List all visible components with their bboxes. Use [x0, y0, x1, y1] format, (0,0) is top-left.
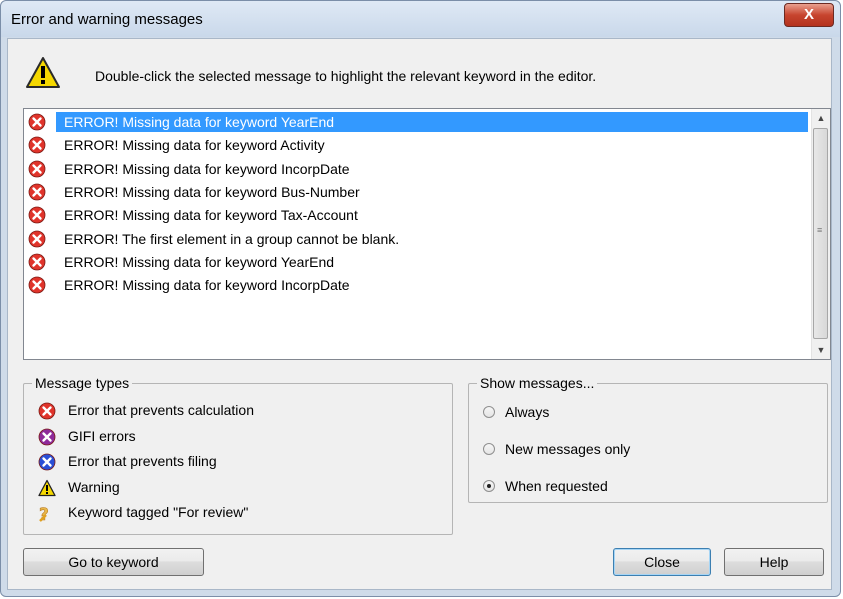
gifi-error-icon: [38, 428, 56, 445]
radio-label: When requested: [505, 478, 608, 494]
instruction-text: Double-click the selected message to hig…: [95, 68, 597, 84]
message-row[interactable]: ERROR! Missing data for keyword IncorpDa…: [26, 159, 812, 181]
scroll-grip-icon: ≡: [817, 225, 823, 235]
error-icon: [28, 183, 46, 204]
error-icon: [28, 206, 46, 227]
go-to-keyword-button[interactable]: Go to keyword: [23, 548, 204, 576]
message-row[interactable]: ERROR! The first element in a group cann…: [26, 229, 812, 251]
error-icon: [38, 402, 56, 420]
message-text: ERROR! Missing data for keyword Bus-Numb…: [64, 183, 360, 200]
review-icon: ?: [39, 505, 49, 526]
error-icon: [28, 160, 46, 177]
radio-button[interactable]: [483, 406, 495, 418]
scroll-down-arrow-icon[interactable]: ▼: [812, 341, 830, 359]
legend-text: Keyword tagged "For review": [68, 504, 249, 520]
title-bar[interactable]: Error and warning messages X: [1, 1, 840, 37]
list-scrollbar[interactable]: ▲ ≡ ▼: [811, 109, 830, 359]
radio-checked-dot: [487, 484, 491, 488]
radio-button[interactable]: [483, 443, 495, 455]
message-text: ERROR! Missing data for keyword Tax-Acco…: [64, 207, 358, 224]
message-types-label: Message types: [32, 375, 133, 391]
error-icon: [28, 160, 46, 181]
filing-error-icon: [38, 453, 56, 471]
message-list[interactable]: ERROR! Missing data for keyword YearEnd E…: [23, 108, 831, 360]
error-icon: [28, 253, 46, 271]
radio-button[interactable]: [483, 480, 495, 492]
radio-label: Always: [505, 404, 550, 420]
show-messages-group: Show messages... Always New messages only…: [468, 375, 828, 503]
error-icon: [28, 253, 46, 274]
scroll-up-arrow-icon[interactable]: ▲: [812, 109, 830, 127]
message-text: ERROR! Missing data for keyword YearEnd: [56, 112, 808, 132]
legend-text: Warning: [68, 478, 120, 495]
warning-icon: [38, 479, 56, 496]
legend-text: GIFI errors: [68, 427, 136, 444]
message-text: ERROR! The first element in a group cann…: [64, 230, 400, 247]
error-icon: [28, 113, 46, 134]
close-button[interactable]: Close: [613, 548, 711, 576]
error-icon: [28, 230, 46, 247]
title-close-button[interactable]: X: [784, 3, 834, 27]
error-icon: [28, 276, 46, 294]
message-row[interactable]: ERROR! Missing data for keyword YearEnd: [26, 252, 812, 274]
message-row[interactable]: ERROR! Missing data for keyword Activity: [26, 135, 812, 157]
message-row[interactable]: ERROR! Missing data for keyword IncorpDa…: [26, 275, 812, 297]
error-icon: [28, 113, 46, 131]
legend-text: Error that prevents calculation: [68, 402, 254, 418]
help-button[interactable]: Help: [724, 548, 824, 576]
error-icon: [28, 136, 46, 154]
radio-label: New messages only: [505, 441, 631, 457]
scroll-thumb[interactable]: ≡: [813, 128, 828, 339]
error-icon: [28, 183, 46, 201]
message-text: ERROR! Missing data for keyword IncorpDa…: [64, 277, 350, 294]
message-text: ERROR! Missing data for keyword Activity: [64, 137, 325, 154]
error-icon: [28, 206, 46, 224]
warning-large-icon: [26, 57, 60, 88]
message-row[interactable]: ERROR! Missing data for keyword YearEnd: [26, 112, 812, 134]
error-icon: [28, 136, 46, 157]
window-title: Error and warning messages: [11, 11, 203, 28]
message-text: ERROR! Missing data for keyword IncorpDa…: [64, 160, 350, 177]
error-icon: [28, 230, 46, 251]
legend-text: Error that prevents filing: [68, 453, 217, 469]
message-text: ERROR! Missing data for keyword YearEnd: [64, 253, 335, 270]
message-row[interactable]: ERROR! Missing data for keyword Tax-Acco…: [26, 205, 812, 227]
message-row[interactable]: ERROR! Missing data for keyword Bus-Numb…: [26, 182, 812, 204]
message-types-group: Message types Error that prevents calcul…: [23, 375, 453, 535]
error-icon: [28, 276, 46, 297]
show-messages-label: Show messages...: [477, 375, 598, 391]
